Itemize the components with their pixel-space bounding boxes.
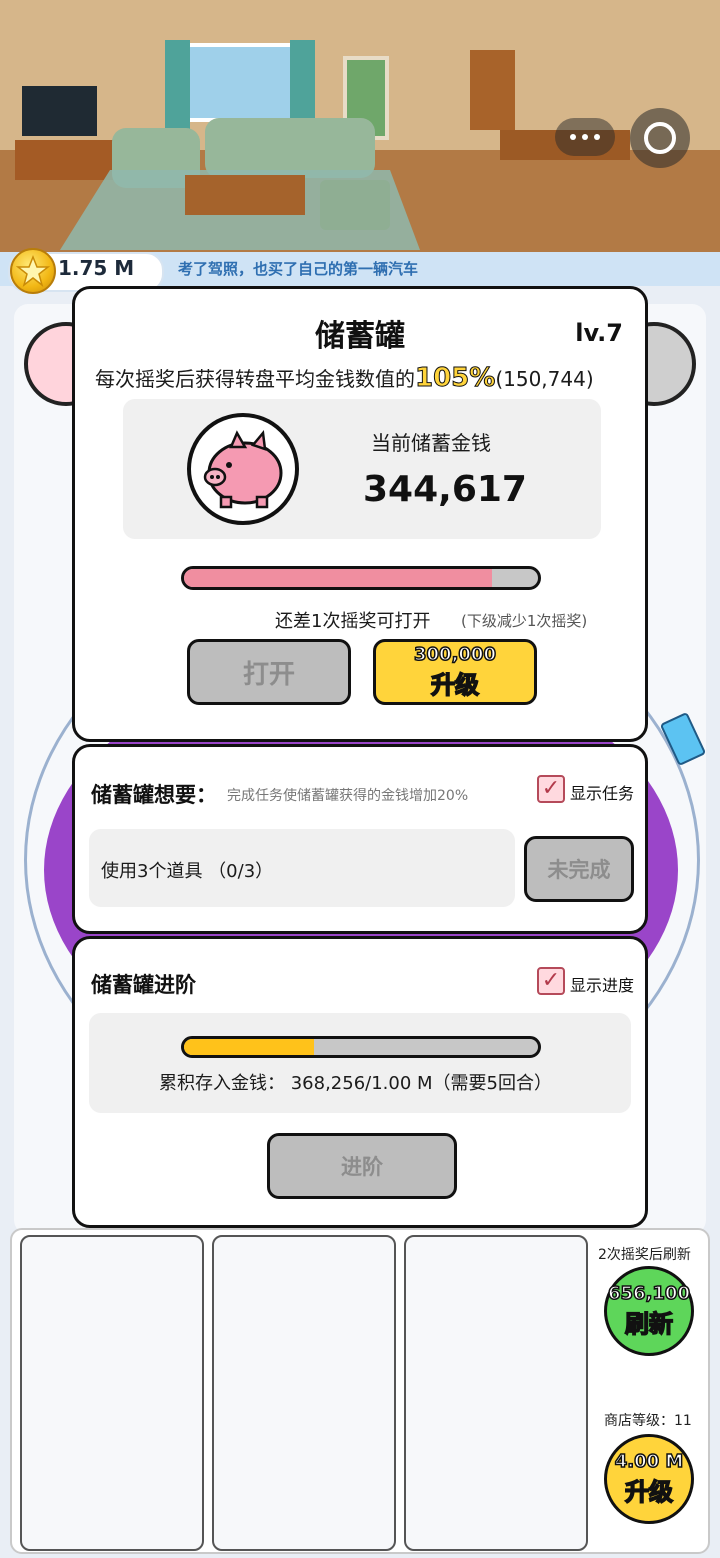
- piggy-wants-card: 储蓄罐想要： 完成任务使储蓄罐获得的金钱增加20% ✓ 显示任务 使用3个道具 …: [72, 744, 648, 934]
- refresh-label: 刷新: [624, 1309, 674, 1339]
- piggy-progress-fill: [184, 569, 492, 587]
- piggy-progress-bar: [181, 566, 541, 590]
- advance-progress-bar: [181, 1036, 541, 1058]
- task-text: 使用3个道具 （0/3）: [101, 861, 274, 882]
- wants-subtitle: 完成任务使储蓄罐获得的金钱增加20%: [227, 788, 469, 804]
- open-button-label: 打开: [242, 659, 295, 690]
- shop-upgrade-button[interactable]: 4.00 M 升级: [604, 1434, 694, 1524]
- coin-amount: 1.75 M: [58, 256, 135, 280]
- accumulated-money-text: 累积存入金钱： 368,256/1.00 M（需要5回合）: [159, 1073, 553, 1094]
- show-tasks-label[interactable]: 显示任务: [570, 780, 634, 804]
- shop-level-text: 商店等级：11: [604, 1413, 692, 1429]
- piggy-advance-card: 储蓄罐进阶 ✓ 显示进度 累积存入金钱： 368,256/1.00 M（需要5回…: [72, 936, 648, 1228]
- shop-upgrade-label: 升级: [624, 1477, 674, 1507]
- shop-slot-1[interactable]: [20, 1235, 204, 1551]
- advance-button[interactable]: 进阶: [267, 1133, 457, 1199]
- piggy-bank-card: 储蓄罐 lv.7 每次摇奖后获得转盘平均金钱数值的105%(150,744) 当…: [72, 286, 648, 742]
- advance-progress-fill: [184, 1039, 315, 1055]
- task-status-button[interactable]: 未完成: [524, 836, 634, 902]
- show-progress-checkbox[interactable]: ✓: [537, 967, 565, 995]
- piggy-description: 每次摇奖后获得转盘平均金钱数值的105%(150,744): [95, 363, 594, 394]
- remaining-spins-text: 还差1次摇奖可打开: [275, 611, 431, 632]
- shop-upgrade-cost: 4.00 M: [614, 1450, 684, 1473]
- piggy-upgrade-cost: 300,000: [413, 643, 496, 666]
- shop-slot-2[interactable]: [212, 1235, 396, 1551]
- target-icon[interactable]: [630, 108, 690, 168]
- open-button[interactable]: 打开: [187, 639, 351, 705]
- piggy-bank-icon: [187, 413, 299, 525]
- task-status-label: 未完成: [547, 858, 611, 882]
- show-tasks-checkbox[interactable]: ✓: [537, 775, 565, 803]
- current-savings-amount: 344,617: [363, 469, 527, 510]
- advance-button-label: 进阶: [341, 1155, 383, 1179]
- story-banner-text: 考了驾照，也买了自己的第一辆汽车: [178, 260, 419, 278]
- piggy-desc-value: (150,744): [495, 367, 594, 391]
- refresh-note: 2次摇奖后刷新: [598, 1247, 691, 1263]
- piggy-desc-percent: 105%: [414, 363, 496, 394]
- refresh-cost: 656,100: [607, 1282, 690, 1305]
- piggy-level: lv.7: [575, 319, 623, 347]
- piggy-title: 储蓄罐: [315, 319, 405, 354]
- current-savings-label: 当前储蓄金钱: [371, 431, 491, 455]
- show-progress-label[interactable]: 显示进度: [570, 972, 634, 996]
- more-options-button[interactable]: [555, 118, 615, 156]
- shop-refresh-button[interactable]: 656,100 刷新: [604, 1266, 694, 1356]
- piggy-upgrade-button[interactable]: 300,000 升级: [373, 639, 537, 705]
- shop-slot-3[interactable]: [404, 1235, 588, 1551]
- advance-title: 储蓄罐进阶: [91, 973, 196, 997]
- star-coin-icon: [10, 248, 56, 294]
- remaining-spins-note: (下级减少1次摇奖): [461, 612, 588, 630]
- piggy-desc-prefix: 每次摇奖后获得转盘平均金钱数值的: [95, 367, 415, 391]
- advance-progress-box: [89, 1013, 631, 1113]
- wants-title: 储蓄罐想要：: [91, 783, 217, 807]
- piggy-upgrade-label: 升级: [430, 670, 480, 700]
